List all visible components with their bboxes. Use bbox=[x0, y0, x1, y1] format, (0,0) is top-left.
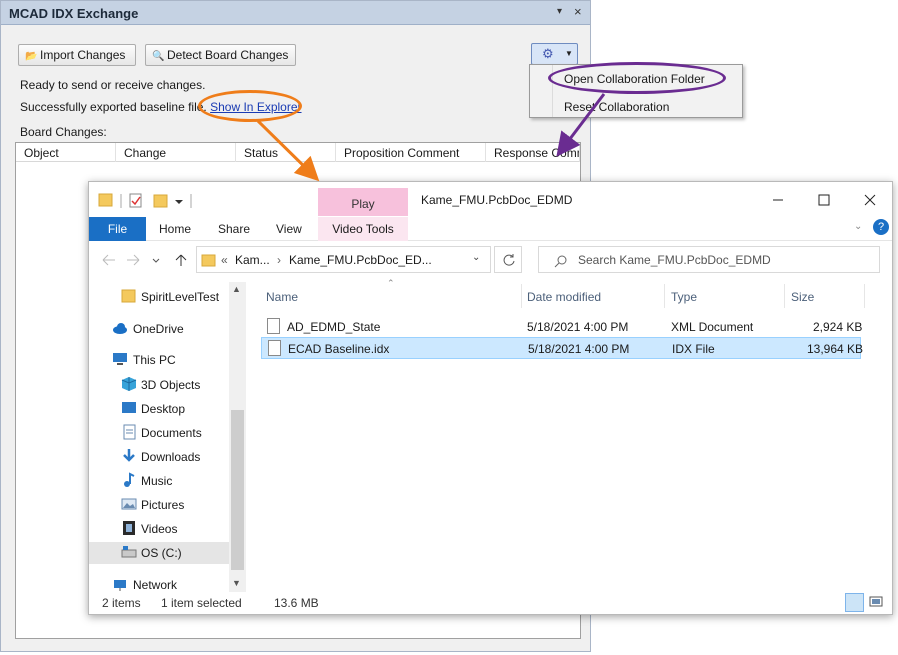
annotation-arrows bbox=[256, 93, 606, 182]
orange-arrow bbox=[256, 119, 320, 182]
purple-arrow bbox=[556, 93, 606, 157]
